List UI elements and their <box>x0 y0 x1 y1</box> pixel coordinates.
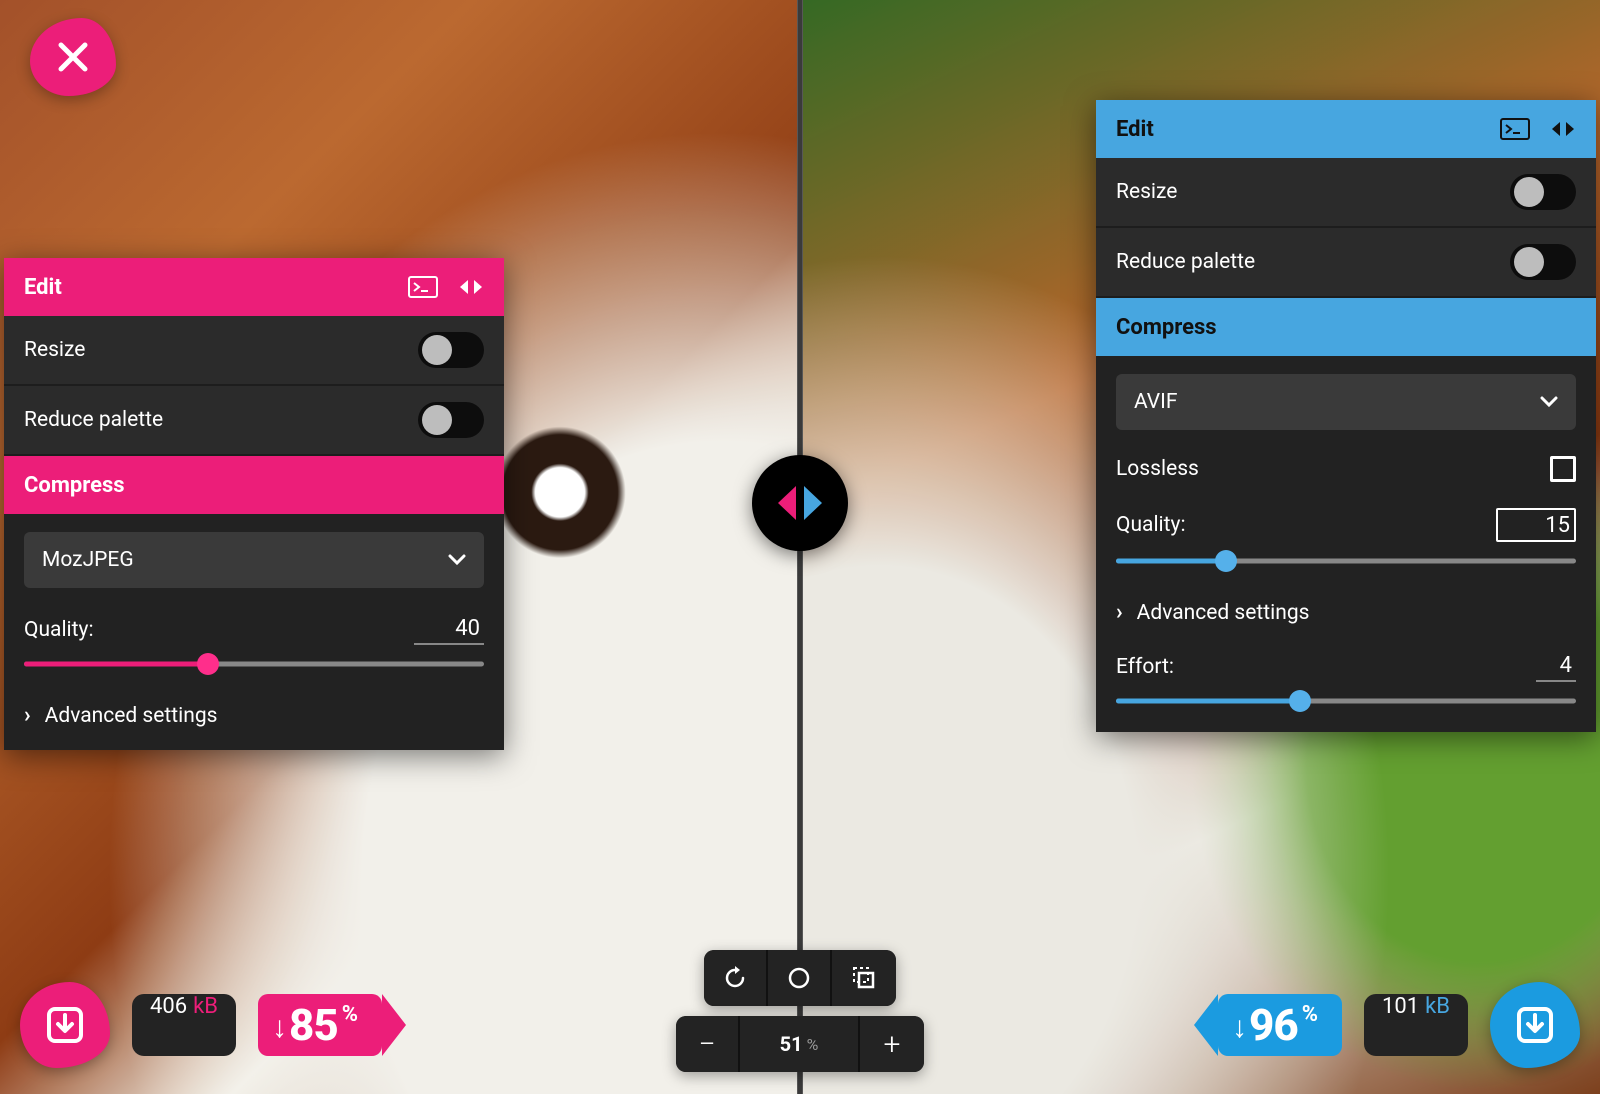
quality-label-left: Quality: <box>24 618 94 642</box>
zoom-pct-symbol: % <box>807 1035 819 1054</box>
selection-icon <box>851 965 877 991</box>
resize-row-right: Resize <box>1096 158 1596 228</box>
transform-button[interactable] <box>832 950 896 1006</box>
advanced-toggle-left[interactable]: › Advanced settings <box>24 703 484 728</box>
codec-selected: MozJPEG <box>42 548 134 572</box>
resize-row-left: Resize <box>4 316 504 386</box>
palette-row-right: Reduce palette <box>1096 228 1596 298</box>
palette-toggle-right[interactable] <box>1510 244 1576 280</box>
zoom-number: 51 <box>780 1032 803 1056</box>
rotate-icon <box>722 965 748 991</box>
compress-heading-right: Compress <box>1096 298 1596 356</box>
edit-heading-right: Edit <box>1096 100 1596 158</box>
compress-content-left: MozJPEG Quality: › Advanced settings <box>4 514 504 750</box>
quality-input-right[interactable] <box>1496 508 1576 542</box>
zoom-controls: − 51% + <box>676 950 924 1072</box>
divider-handle[interactable] <box>752 455 848 551</box>
palette-label: Reduce palette <box>1116 250 1510 274</box>
codec-select-right[interactable]: AVIF <box>1116 374 1576 430</box>
pct-symbol: % <box>1302 1002 1318 1027</box>
chevron-down-icon <box>1540 390 1558 414</box>
advanced-label: Advanced settings <box>45 704 218 728</box>
resize-toggle-right[interactable] <box>1510 174 1576 210</box>
terminal-icon <box>1500 118 1530 140</box>
cli-button-left[interactable] <box>404 272 442 302</box>
down-arrow-icon: ↓ <box>272 1010 287 1045</box>
palette-toggle-left[interactable] <box>418 402 484 438</box>
zoom-out-button[interactable]: − <box>676 1016 740 1072</box>
chevron-right-icon: › <box>24 703 31 728</box>
filesize-unit: kB <box>193 994 218 1019</box>
filesize-right: 101 kB <box>1364 994 1468 1056</box>
advanced-label: Advanced settings <box>1137 601 1310 625</box>
codec-select-left[interactable]: MozJPEG <box>24 532 484 588</box>
resize-toggle-left[interactable] <box>418 332 484 368</box>
download-icon <box>1513 1003 1557 1047</box>
resize-label: Resize <box>1116 180 1510 204</box>
quality-slider-left[interactable] <box>24 655 484 673</box>
filesize-left: 406 kB <box>132 994 236 1056</box>
result-bar-left: 406 kB ↓ 85 % <box>20 982 382 1068</box>
zoom-in-button[interactable]: + <box>860 1016 924 1072</box>
resize-label: Resize <box>24 338 418 362</box>
circle-icon <box>786 965 812 991</box>
compress-title: Compress <box>1116 315 1217 340</box>
effort-label: Effort: <box>1116 655 1174 679</box>
quality-input-left[interactable] <box>414 614 484 645</box>
effort-input[interactable] <box>1536 651 1576 682</box>
lossless-checkbox[interactable] <box>1550 456 1576 482</box>
codec-selected: AVIF <box>1134 390 1178 414</box>
result-bar-right: 101 kB ↓ 96 % <box>1218 982 1580 1068</box>
reduction-pct: 85 <box>289 999 338 1051</box>
close-icon <box>53 37 93 77</box>
reduction-chip-left: ↓ 85 % <box>258 994 382 1056</box>
reduction-pct: 96 <box>1249 999 1298 1051</box>
effort-slider[interactable] <box>1116 692 1576 710</box>
compress-title: Compress <box>24 473 125 498</box>
compress-content-right: AVIF Lossless Quality: › Advanced settin… <box>1096 356 1596 732</box>
chevron-down-icon <box>448 548 466 572</box>
chevron-right-icon: › <box>1116 600 1123 625</box>
right-panel: Edit Resize Reduce palette Co <box>1096 100 1596 732</box>
expand-button-right[interactable] <box>1544 114 1582 144</box>
download-button-right[interactable] <box>1490 982 1580 1068</box>
zoom-value[interactable]: 51% <box>740 1016 860 1072</box>
down-arrow-icon: ↓ <box>1232 1010 1247 1045</box>
rotate-button[interactable] <box>704 950 768 1006</box>
collapse-icon <box>1548 118 1578 140</box>
filesize-value: 406 <box>150 994 187 1019</box>
advanced-toggle-right[interactable]: › Advanced settings <box>1116 600 1576 625</box>
expand-button-left[interactable] <box>452 272 490 302</box>
palette-row-left: Reduce palette <box>4 386 504 456</box>
quality-slider-right[interactable] <box>1116 552 1576 570</box>
edit-title: Edit <box>24 275 62 300</box>
edit-heading-left: Edit <box>4 258 504 316</box>
filesize-value: 101 <box>1382 994 1419 1019</box>
terminal-icon <box>408 276 438 298</box>
download-icon <box>43 1003 87 1047</box>
download-button-left[interactable] <box>20 982 110 1068</box>
cli-button-right[interactable] <box>1496 114 1534 144</box>
reduction-chip-right: ↓ 96 % <box>1218 994 1342 1056</box>
left-panel: Edit Resize Reduce palette Co <box>4 258 504 750</box>
palette-label: Reduce palette <box>24 408 418 432</box>
filesize-unit: kB <box>1425 994 1450 1019</box>
compress-heading-left: Compress <box>4 456 504 514</box>
quality-label-right: Quality: <box>1116 513 1186 537</box>
lossless-label: Lossless <box>1116 457 1199 481</box>
collapse-icon <box>456 276 486 298</box>
background-toggle-button[interactable] <box>768 950 832 1006</box>
edit-title: Edit <box>1116 117 1154 142</box>
pct-symbol: % <box>342 1002 358 1027</box>
